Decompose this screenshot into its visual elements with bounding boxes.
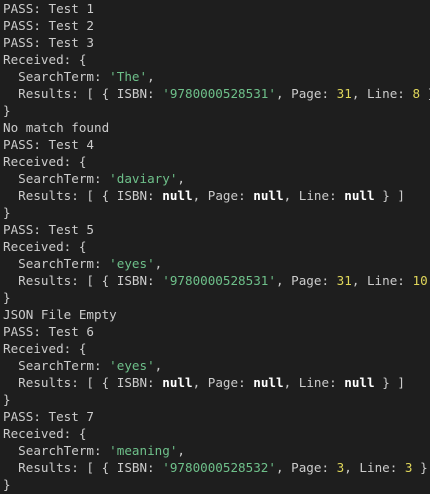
output-token: 'meaning' xyxy=(109,443,178,458)
output-line: } xyxy=(3,476,430,493)
output-token: Received: { xyxy=(3,426,87,441)
output-token: , Page: xyxy=(192,375,254,390)
output-token: null xyxy=(162,188,193,203)
output-token: , xyxy=(154,358,163,373)
output-token: 'The' xyxy=(109,69,148,84)
output-line: PASS: Test 2 xyxy=(3,17,430,34)
output-token: , Page: xyxy=(275,273,337,288)
output-line: PASS: Test 5 xyxy=(3,221,430,238)
output-line: Results: [ { ISBN: null, Page: null, Lin… xyxy=(3,187,430,204)
output-line: Results: [ { ISBN: '9780000528531', Page… xyxy=(3,85,430,102)
output-line: SearchTerm: 'eyes', xyxy=(3,255,430,272)
output-token: } ] xyxy=(374,375,405,390)
output-token: , Line: xyxy=(283,188,345,203)
output-token: SearchTerm: xyxy=(3,256,110,271)
output-line: Received: { xyxy=(3,340,430,357)
output-token: Received: { xyxy=(3,341,87,356)
output-token: '9780000528531' xyxy=(162,273,276,288)
output-token: PASS: Test 5 xyxy=(3,222,94,237)
output-token: null xyxy=(162,375,193,390)
output-token: Results: [ { ISBN: xyxy=(3,86,163,101)
output-token: } ] xyxy=(374,188,405,203)
output-token: null xyxy=(253,188,284,203)
output-lines: PASS: Test 1 PASS: Test 2 PASS: Test 3 Rece… xyxy=(3,0,430,493)
output-token: , Page: xyxy=(192,188,254,203)
output-token: 31 xyxy=(336,273,352,288)
output-line: Results: [ { ISBN: null, Page: null, Lin… xyxy=(3,374,430,391)
output-token: Results: [ { ISBN: xyxy=(3,273,163,288)
output-line: Received: { xyxy=(3,425,430,442)
output-token: , xyxy=(177,171,185,186)
output-token: null xyxy=(344,188,375,203)
output-line: } xyxy=(3,102,430,119)
output-token: , xyxy=(177,443,185,458)
output-token: 8 xyxy=(412,86,421,101)
output-token: , Page: xyxy=(275,86,337,101)
output-line: } xyxy=(3,204,430,221)
output-token: Received: { xyxy=(3,154,87,169)
output-token: } xyxy=(3,392,11,407)
output-token: PASS: Test 4 xyxy=(3,137,94,152)
output-token: , xyxy=(154,256,163,271)
output-token: 3 xyxy=(404,460,413,475)
output-token: SearchTerm: xyxy=(3,69,110,84)
output-token: } xyxy=(3,477,11,492)
output-token: SearchTerm: xyxy=(3,358,110,373)
output-token: No match found xyxy=(3,120,110,135)
output-token: } xyxy=(3,103,11,118)
output-token: , xyxy=(147,69,155,84)
output-token: , Line: xyxy=(351,86,413,101)
output-token: Received: { xyxy=(3,239,87,254)
output-token: SearchTerm: xyxy=(3,171,110,186)
output-token: , Line: xyxy=(344,460,405,475)
output-line: PASS: Test 3 xyxy=(3,34,430,51)
output-token: null xyxy=(253,375,284,390)
scrollbar[interactable] xyxy=(424,0,430,494)
output-token: 'eyes' xyxy=(109,358,155,373)
output-line: JSON File Empty xyxy=(3,306,430,323)
output-token: 'daviary' xyxy=(109,171,178,186)
output-line: Received: { xyxy=(3,51,430,68)
output-token: Results: [ { ISBN: xyxy=(3,188,163,203)
output-line: SearchTerm: 'daviary', xyxy=(3,170,430,187)
output-token: , Page: xyxy=(275,460,337,475)
output-line: No match found xyxy=(3,119,430,136)
output-token: Results: [ { ISBN: xyxy=(3,375,163,390)
output-token: PASS: Test 1 xyxy=(3,1,94,16)
output-token: null xyxy=(344,375,375,390)
output-line: Received: { xyxy=(3,238,430,255)
output-line: PASS: Test 7 xyxy=(3,408,430,425)
output-token: Received: { xyxy=(3,52,87,67)
output-line: PASS: Test 4 xyxy=(3,136,430,153)
output-line: Received: { xyxy=(3,153,430,170)
output-token: , Line: xyxy=(283,375,345,390)
output-token: PASS: Test 3 xyxy=(3,35,94,50)
output-token: } xyxy=(3,205,11,220)
output-token: PASS: Test 6 xyxy=(3,324,94,339)
output-line: SearchTerm: 'meaning', xyxy=(3,442,430,459)
output-line: Results: [ { ISBN: '9780000528531', Page… xyxy=(3,272,430,289)
output-token: 'eyes' xyxy=(109,256,155,271)
output-token: PASS: Test 2 xyxy=(3,18,94,33)
output-line: PASS: Test 1 xyxy=(3,0,430,17)
output-line: SearchTerm: 'The', xyxy=(3,68,430,85)
output-line: } xyxy=(3,289,430,306)
output-token: SearchTerm: xyxy=(3,443,110,458)
output-token: } xyxy=(3,290,11,305)
output-line: } xyxy=(3,391,430,408)
output-token: 31 xyxy=(336,86,352,101)
output-token: PASS: Test 7 xyxy=(3,409,94,424)
output-token: '9780000528532' xyxy=(162,460,276,475)
terminal-output[interactable]: PASS: Test 1 PASS: Test 2 PASS: Test 3 Rece… xyxy=(0,0,430,494)
output-token: JSON File Empty xyxy=(3,307,117,322)
output-line: Results: [ { ISBN: '9780000528532', Page… xyxy=(3,459,430,476)
output-line: SearchTerm: 'eyes', xyxy=(3,357,430,374)
output-token: Results: [ { ISBN: xyxy=(3,460,163,475)
output-token: '9780000528531' xyxy=(162,86,276,101)
output-line: PASS: Test 6 xyxy=(3,323,430,340)
output-token: , Line: xyxy=(351,273,413,288)
